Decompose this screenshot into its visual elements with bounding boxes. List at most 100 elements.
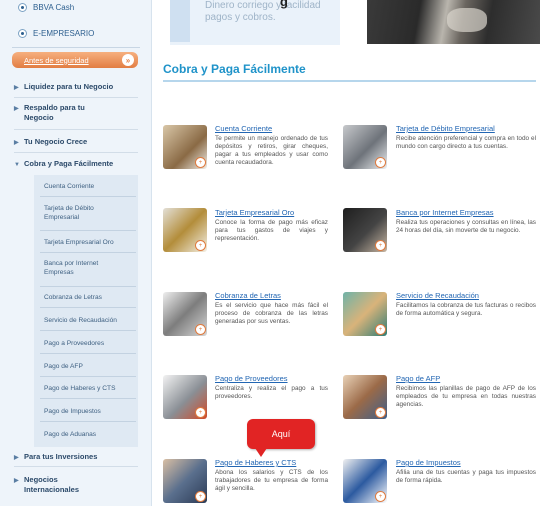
card-title-link[interactable]: Pago de Proveedores [215,374,288,383]
banner-photo [367,0,540,44]
plus-icon: + [195,324,206,335]
banner-graphic [170,0,190,42]
card-title-link[interactable]: Banca por Internet Empresas [396,208,494,217]
card-description: Centraliza y realiza el pago a tus prove… [215,385,328,400]
divider [40,421,136,422]
nav-item-label: Negocios Internacionales [24,475,80,494]
divider [12,47,140,48]
triangle-right-icon: ▶ [14,478,19,484]
submenu-item[interactable]: Pago de Haberes y CTS [44,384,136,393]
plus-icon: + [195,407,206,418]
nav-item-label: Para tus Inversiones [24,452,98,461]
card-image-banca-internet[interactable]: + [343,208,387,252]
card-image-tarjeta-debito[interactable]: + [343,125,387,169]
nav-item-negocio-crece[interactable]: ▶ Tu Negocio Crece [14,137,138,148]
nav-item-respaldo[interactable]: ▶ Respaldo para tu Negocio [14,103,138,123]
divider [40,307,136,308]
card-image-recaudacion[interactable]: + [343,292,387,336]
card-description: Es el servicio que hace más fácil el pro… [215,302,328,325]
card-description: Te permite un manejo ordenado de tus dep… [215,135,328,166]
plus-icon: + [195,240,206,251]
submenu-item[interactable]: Pago a Proveedores [44,339,136,348]
card-description: Abona los salarios y CTS de los trabajad… [215,469,328,492]
card-title-link[interactable]: Pago de Haberes y CTS [215,458,296,467]
callout-tooltip: Aquí [247,419,315,457]
nav-item-label: Liquidez para tu Negocio [24,82,114,91]
banner-title-fragment: g [280,0,288,9]
triangle-right-icon: ▶ [14,140,19,146]
plus-icon: + [375,491,386,502]
card-title-link[interactable]: Servicio de Recaudación [396,291,479,300]
submenu-item[interactable]: Tarjeta de Débito Empresarial [44,204,114,222]
triangle-right-icon: ▶ [14,455,19,461]
card-description: Recibimos las planillas de pago de AFP d… [396,385,536,408]
sidebar: BBVA Cash E-EMPRESARIO Antes de segurida… [0,0,152,506]
triangle-right-icon: ▶ [14,106,19,112]
title-underline [163,80,536,82]
card-image-pago-impuestos[interactable]: + [343,459,387,503]
nav-item-liquidez[interactable]: ▶ Liquidez para tu Negocio [14,82,138,93]
divider [40,252,136,253]
radio-icon [18,28,27,38]
divider [40,286,136,287]
nav-item-label: Tu Negocio Crece [24,137,88,146]
nav-item-inversiones[interactable]: ▶ Para tus Inversiones [14,452,138,463]
submenu-item[interactable]: Cobranza de Letras [44,293,136,302]
plus-icon: + [375,324,386,335]
submenu-item[interactable]: Cuenta Corriente [44,182,136,191]
plus-icon: + [375,240,386,251]
nav-item-cobra-paga[interactable]: ▼ Cobra y Paga Fácilmente [14,159,138,170]
divider [40,376,136,377]
nav-item-internacionales[interactable]: ▶ Negocios Internacionales [14,475,138,495]
submenu-item[interactable]: Pago de AFP [44,362,136,371]
card-image-pago-proveedores[interactable]: + [163,375,207,419]
card-image-pago-haberes[interactable]: + [163,459,207,503]
divider [40,353,136,354]
card-description: Facilitamos la cobranza de tus facturas … [396,302,536,317]
triangle-right-icon: ▶ [14,85,19,91]
divider [40,196,136,197]
divider [14,129,138,130]
radio-label: BBVA Cash [33,2,75,12]
card-title-link[interactable]: Cuenta Corriente [215,124,272,133]
card-title-link[interactable]: Cobranza de Letras [215,291,281,300]
card-title-link[interactable]: Tarjeta Empresarial Oro [215,208,294,217]
submenu-item[interactable]: Tarjeta Empresarial Oro [44,238,136,247]
divider [40,330,136,331]
radio-bbva-cash[interactable]: BBVA Cash [18,0,74,16]
banner-text: Dinero corriego y facilidad pagos y cobr… [205,0,321,23]
divider [14,97,138,98]
card-description: Realiza tus operaciones y consultas en l… [396,219,536,234]
plus-icon: + [375,407,386,418]
submenu-item[interactable]: Pago de Impuestos [44,407,136,416]
submenu-item[interactable]: Banca por Internet Empresas [44,259,108,277]
radio-icon [18,2,27,12]
card-title-link[interactable]: Tarjeta de Débito Empresarial [396,124,495,133]
plus-icon: + [195,157,206,168]
card-description: Conoce la forma de pago más eficaz para … [215,219,328,242]
divider [14,466,138,467]
radio-e-empresario[interactable]: E-EMPRESARIO [18,24,94,42]
plus-icon: + [375,157,386,168]
card-image-pago-afp[interactable]: + [343,375,387,419]
login-button-label: Antes de seguridad [24,55,89,65]
triangle-right-icon: ▼ [14,162,20,168]
divider [40,230,136,231]
submenu-item[interactable]: Servicio de Recaudación [44,316,136,325]
submenu-item[interactable]: Pago de Aduanas [44,430,136,439]
radio-label: E-EMPRESARIO [33,28,95,38]
card-description: Recibe atención preferencial y compra en… [396,135,536,150]
divider [14,152,138,153]
login-button[interactable]: Antes de seguridad » [12,52,138,68]
card-image-cobranza-letras[interactable]: + [163,292,207,336]
card-title-link[interactable]: Pago de AFP [396,374,440,383]
nav-item-label: Cobra y Paga Fácilmente [24,159,114,168]
card-title-link[interactable]: Pago de Impuestos [396,458,461,467]
page-title: Cobra y Paga Fácilmente [163,62,306,76]
card-image-tarjeta-oro[interactable]: + [163,208,207,252]
card-image-cuenta-corriente[interactable]: + [163,125,207,169]
card-description: Afilia una de tus cuentas y paga tus imp… [396,469,536,484]
arrow-icon: » [122,54,134,66]
nav-item-label: Respaldo para tu Negocio [24,103,85,122]
plus-icon: + [195,491,206,502]
